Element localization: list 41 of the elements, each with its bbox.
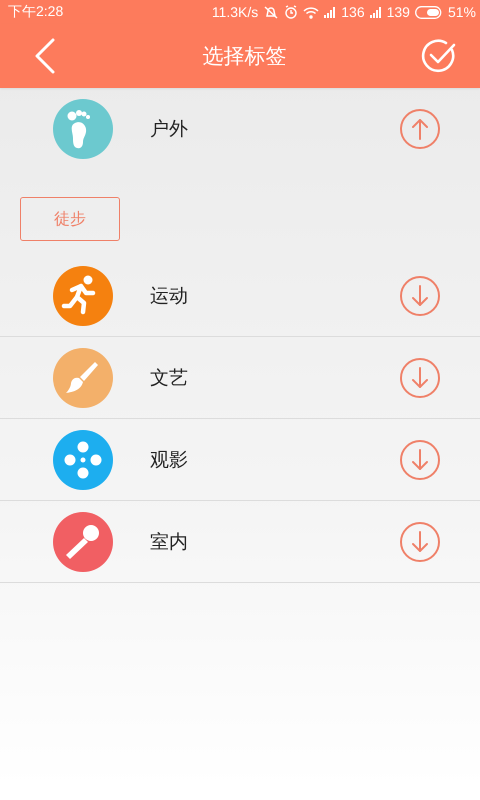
category-row[interactable]: 观影 <box>0 419 480 501</box>
network-speed: 11.3K/s <box>212 4 258 20</box>
category-label: 室内 <box>150 530 189 554</box>
film-reel-icon <box>53 430 113 490</box>
back-icon <box>34 38 56 74</box>
category-label: 运动 <box>150 284 189 308</box>
sim-label: 139 <box>386 4 410 20</box>
confirm-button[interactable] <box>421 38 457 74</box>
expand-toggle[interactable] <box>400 522 440 562</box>
clock-time: 下午2:28 <box>8 3 64 21</box>
category-label: 户外 <box>150 117 189 142</box>
category-label: 观影 <box>150 448 189 472</box>
signal-icon <box>324 6 336 18</box>
expand-toggle[interactable] <box>400 440 440 480</box>
down-arrow-icon <box>411 366 429 390</box>
runner-icon <box>53 266 113 326</box>
screen-title: 选择标签 <box>202 43 286 70</box>
up-arrow-icon <box>411 117 429 141</box>
back-button[interactable] <box>34 38 56 74</box>
category-row[interactable]: 室内 <box>0 501 480 583</box>
microphone-icon <box>53 512 113 572</box>
battery-icon <box>414 6 443 18</box>
expand-toggle[interactable] <box>400 276 440 316</box>
category-row[interactable]: 文艺 <box>0 337 480 419</box>
category-row[interactable]: 运动 <box>0 255 480 337</box>
wifi-icon <box>303 6 320 18</box>
check-circle-icon <box>421 38 457 74</box>
alarm-icon <box>284 5 298 19</box>
mute-icon <box>263 5 280 19</box>
expand-toggle[interactable] <box>400 109 440 149</box>
down-arrow-icon <box>411 284 429 308</box>
category-row[interactable]: 户外 <box>0 88 480 170</box>
category-label: 文艺 <box>150 366 189 390</box>
down-arrow-icon <box>411 530 429 554</box>
sim-label: 136 <box>341 4 365 20</box>
brush-icon <box>53 348 113 408</box>
expand-toggle[interactable] <box>400 358 440 398</box>
signal-icon <box>370 6 382 18</box>
footprint-icon <box>53 99 113 159</box>
battery-percent: 51% <box>448 4 476 20</box>
down-arrow-icon <box>411 448 429 472</box>
